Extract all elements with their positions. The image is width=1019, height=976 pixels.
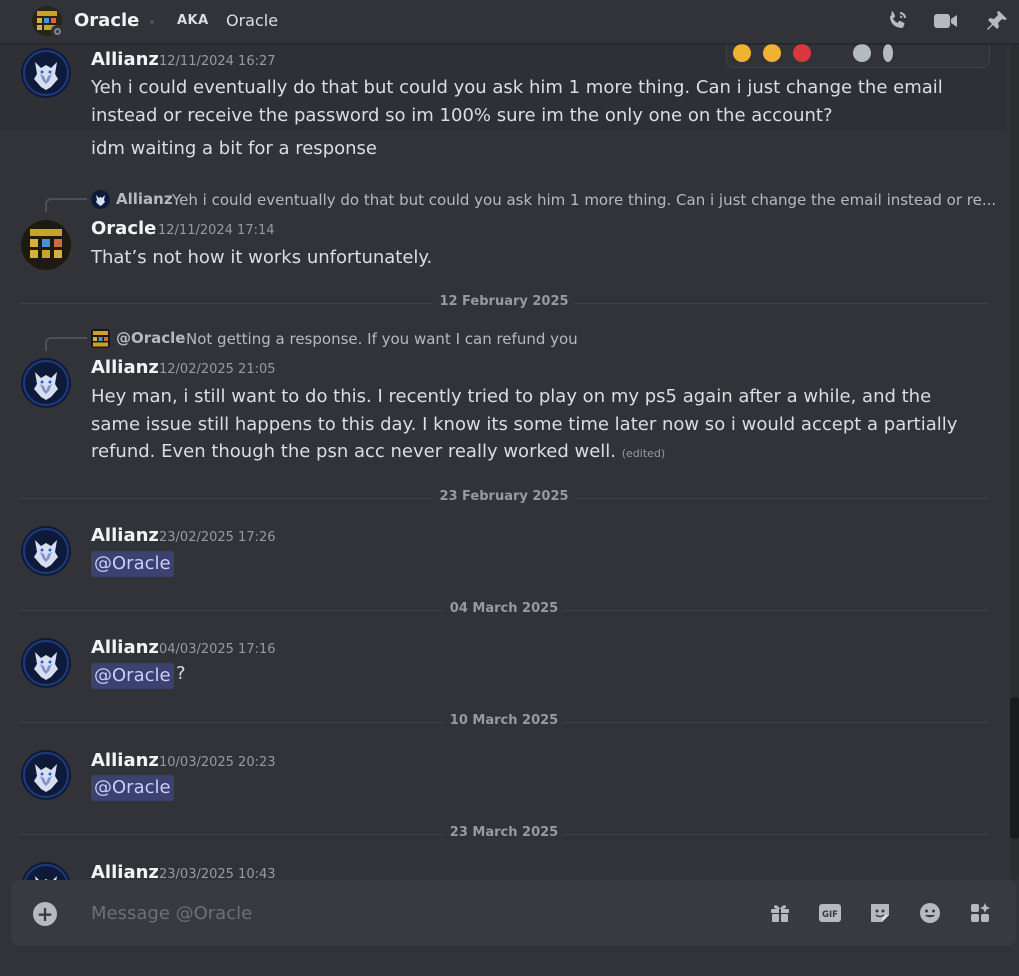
date-divider-label: 23 February 2025 (433, 489, 575, 504)
message-author[interactable]: Allianz (91, 862, 159, 880)
allianz-avatar[interactable] (21, 48, 71, 98)
user-mention[interactable]: @Oracle (91, 775, 174, 801)
date-divider-label: 12 February 2025 (433, 294, 575, 309)
message-text: Hey man, i still want to do this. I rece… (91, 383, 981, 468)
sticker-icon[interactable] (867, 900, 893, 926)
gift-icon[interactable] (767, 900, 793, 926)
message-timestamp: 12/02/2025 21:05 (159, 362, 276, 377)
scrollbar-thumb[interactable] (1010, 697, 1019, 839)
message-author[interactable]: Allianz (91, 357, 159, 378)
date-divider: 23 March 2025 (20, 825, 988, 840)
message-timestamp: 23/02/2025 17:26 (159, 530, 276, 545)
edited-indicator: (edited) (621, 447, 666, 460)
message-author[interactable]: Allianz (91, 637, 159, 658)
message-text: ? (176, 663, 186, 684)
reply-preview-text[interactable]: Not getting a response. If you want I ca… (186, 330, 578, 348)
reply-connector (45, 198, 87, 212)
allianz-avatar[interactable] (21, 638, 71, 688)
reply-author-avatar (91, 329, 110, 348)
message-timestamp: 12/11/2024 17:14 (158, 223, 275, 238)
add-reaction-icon[interactable] (853, 44, 871, 62)
channel-header: Oracle AKA Oracle (0, 0, 1019, 44)
user-mention[interactable]: @Oracle (91, 551, 174, 577)
message-list[interactable]: Allianz 12/11/2024 16:27 Yeh i could eve… (0, 44, 1008, 880)
message-text: That’s not how it works unfortunately. (91, 247, 433, 268)
page-title: Oracle (74, 10, 140, 31)
message-body: Hey man, i still want to do this. I rece… (91, 386, 958, 462)
message-composer: + GIF (11, 880, 1016, 946)
date-divider: 04 March 2025 (20, 601, 988, 616)
date-divider-label: 23 March 2025 (443, 825, 565, 840)
message-text: idm waiting a bit for a response (91, 138, 377, 159)
gif-icon[interactable]: GIF (817, 900, 843, 926)
allianz-avatar[interactable] (21, 750, 71, 800)
message-timestamp: 10/03/2025 20:23 (159, 755, 276, 770)
reply-author-name[interactable]: @Oracle (116, 329, 185, 347)
reply-author-avatar (91, 190, 110, 209)
date-divider: 23 February 2025 (20, 489, 988, 504)
separator-dot (150, 20, 154, 24)
message-author[interactable]: Oracle (91, 218, 156, 239)
reply-icon[interactable] (883, 44, 893, 62)
quick-reaction-icon[interactable] (793, 44, 811, 62)
message-input[interactable] (91, 898, 731, 928)
date-divider-label: 04 March 2025 (443, 601, 565, 616)
message-author[interactable]: Allianz (91, 49, 159, 70)
allianz-avatar[interactable] (21, 862, 71, 880)
message-timestamp: 12/11/2024 16:27 (159, 54, 276, 69)
quick-reaction-icon[interactable] (763, 44, 781, 62)
message-text: Yeh i could eventually do that but could… (91, 77, 943, 126)
pin-icon[interactable] (984, 8, 1010, 34)
date-divider-label: 10 March 2025 (443, 713, 565, 728)
user-mention[interactable]: @Oracle (91, 663, 174, 689)
message-author[interactable]: Allianz (91, 525, 159, 546)
date-divider: 12 February 2025 (20, 294, 988, 309)
offline-status-indicator (51, 25, 63, 37)
allianz-avatar[interactable] (21, 358, 71, 408)
date-divider: 10 March 2025 (20, 713, 988, 728)
video-call-icon[interactable] (933, 8, 959, 34)
reply-preview-text[interactable]: Yeh i could eventually do that but could… (172, 191, 996, 209)
quick-reaction-icon[interactable] (733, 44, 751, 62)
message-actions-toolbar[interactable] (726, 44, 990, 68)
oracle-avatar[interactable] (21, 220, 71, 270)
reply-author-name[interactable]: Allianz (116, 190, 173, 208)
gif-label: GIF (822, 910, 838, 920)
message-timestamp: 23/03/2025 10:43 (159, 867, 276, 880)
plus-icon[interactable]: + (33, 902, 57, 926)
nickname-label: Oracle (226, 11, 279, 30)
reply-connector (45, 337, 87, 351)
message-timestamp: 04/03/2025 17:16 (159, 642, 276, 657)
apps-icon[interactable] (967, 900, 993, 926)
phone-call-icon[interactable] (884, 8, 910, 34)
aka-label: AKA (177, 13, 209, 28)
allianz-avatar[interactable] (21, 526, 71, 576)
emoji-icon[interactable] (917, 900, 943, 926)
message-author[interactable]: Allianz (91, 750, 159, 771)
